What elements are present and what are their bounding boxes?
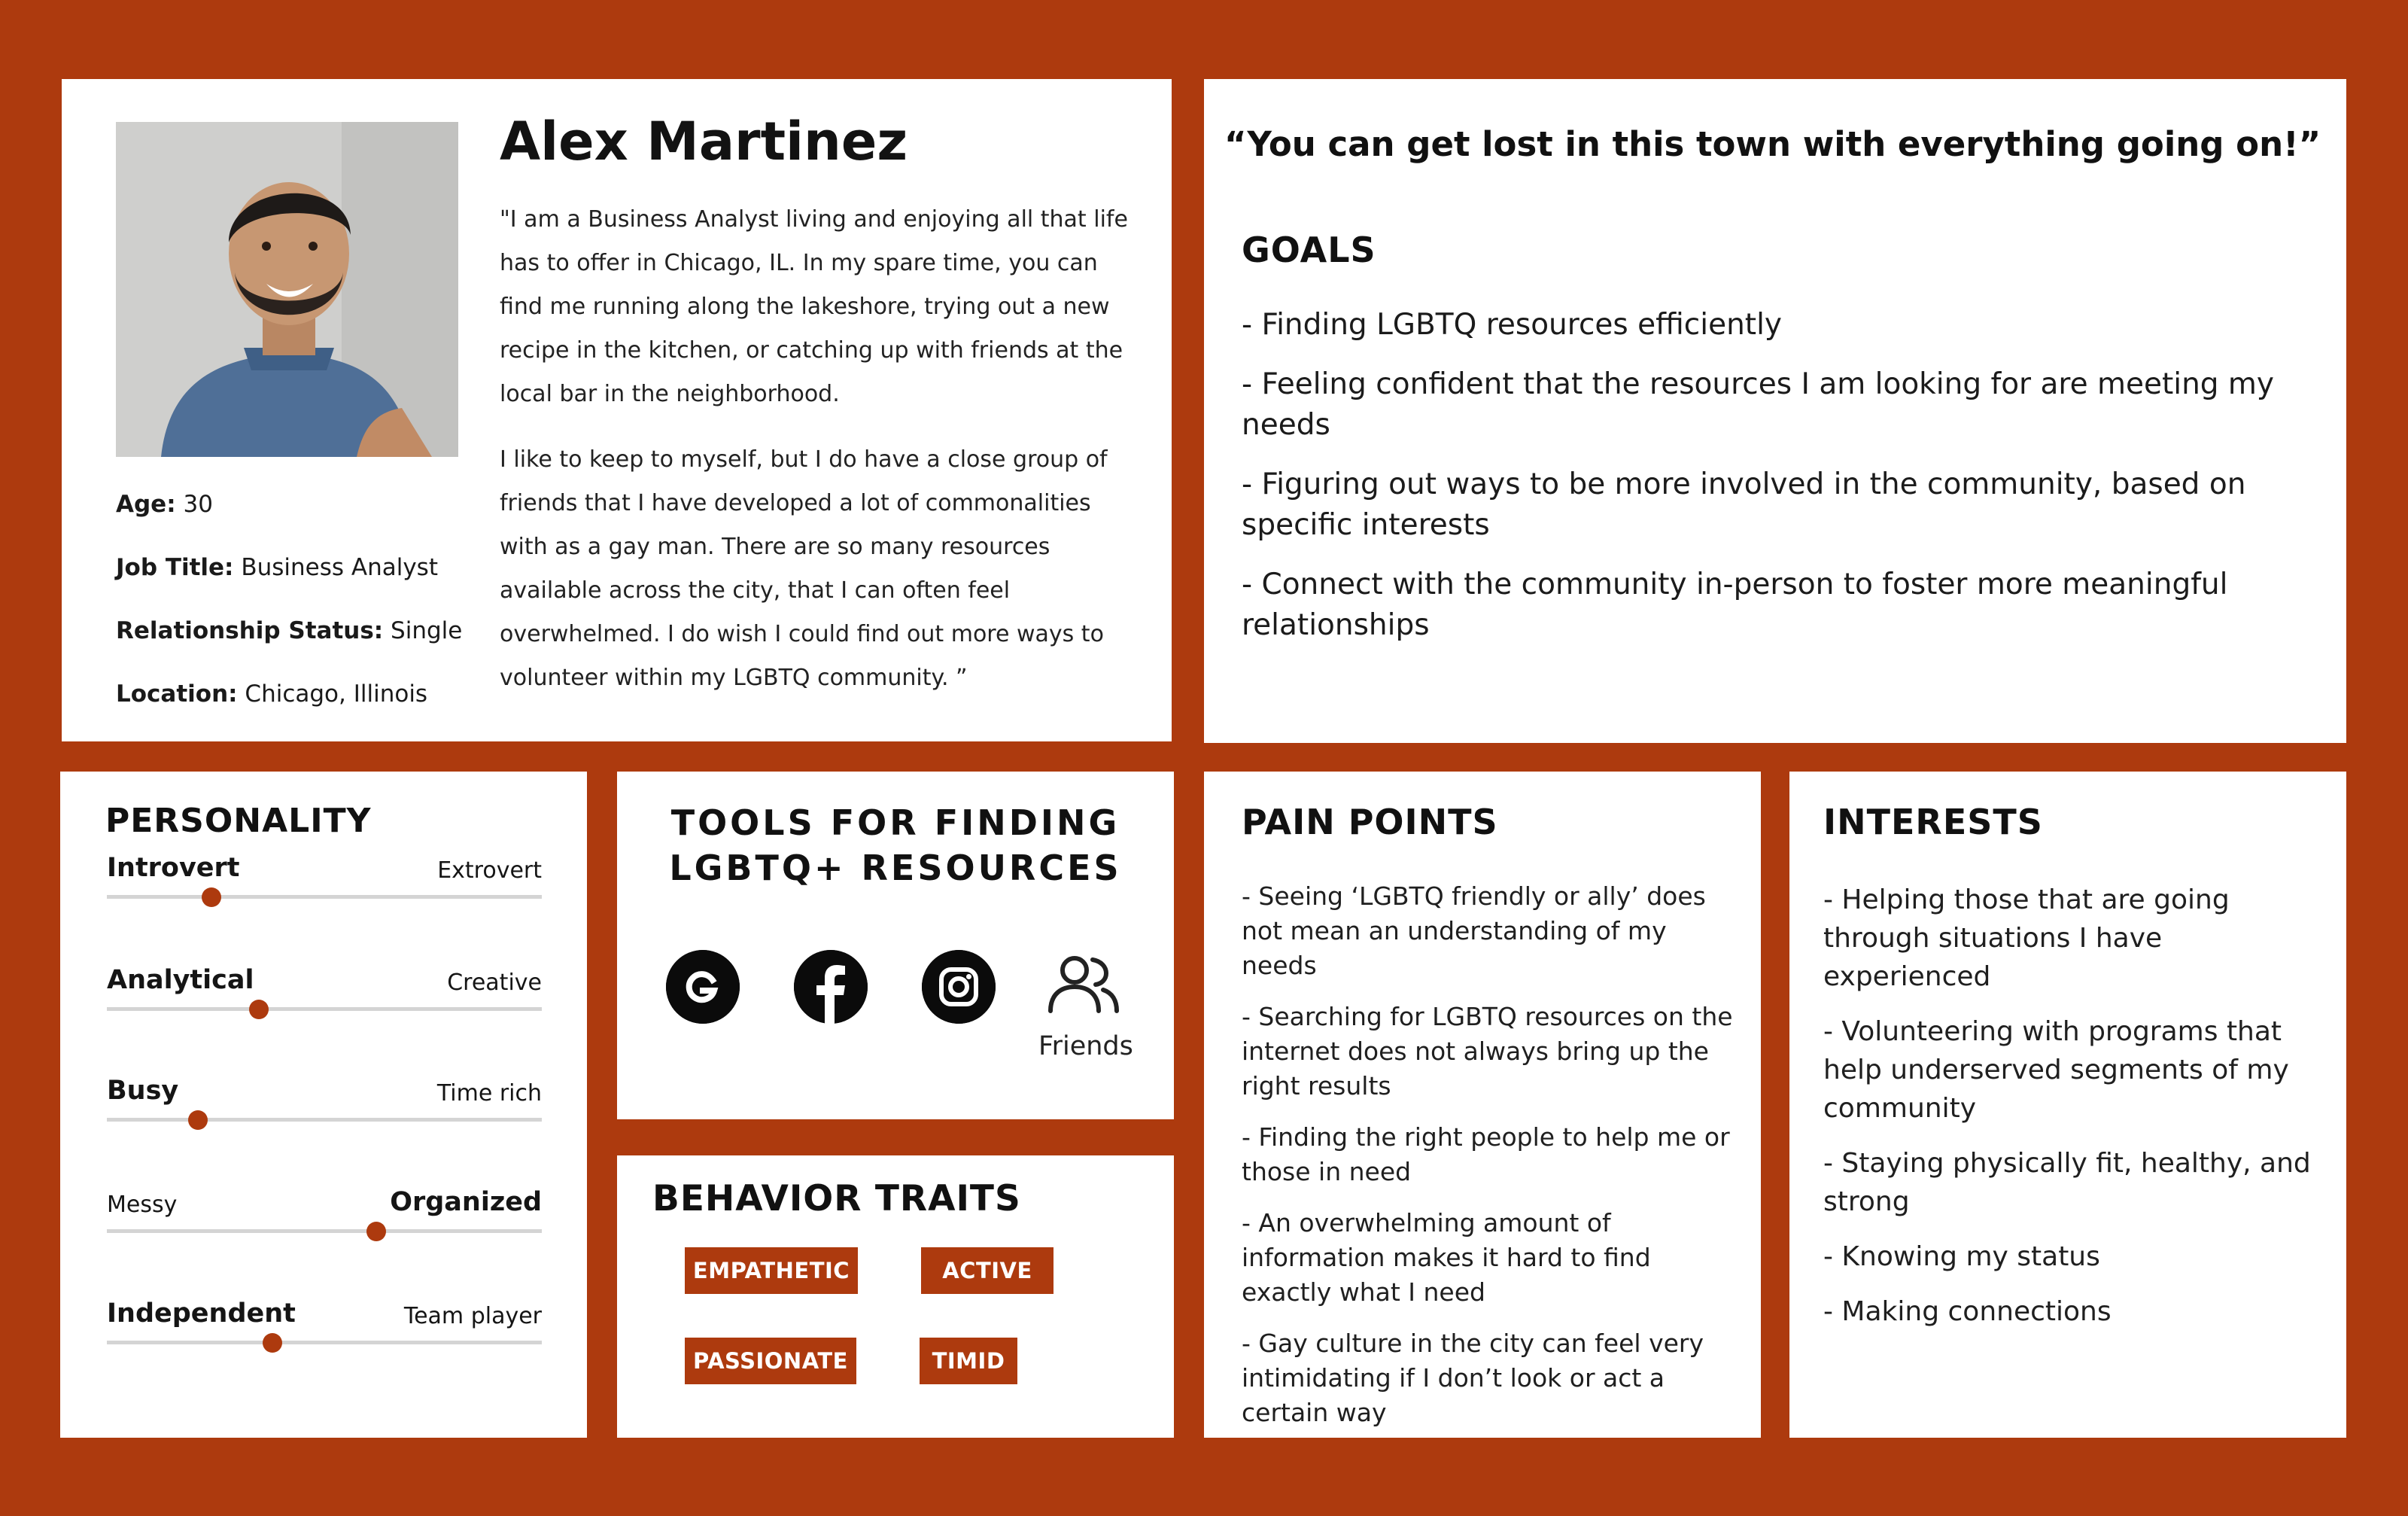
interest-item: - Staying physically fit, healthy, and s… [1823,1148,2311,1217]
goal-item: - Figuring out ways to be more involved … [1242,467,2246,542]
goals-list: - Finding LGBTQ resources efficiently - … [1242,305,2325,665]
profile-facts: Age: 30 Job Title: Business Analyst Rela… [116,473,477,726]
facebook-icon [794,950,868,1024]
fact-age: Age: 30 [116,491,213,518]
pain-point-item: - Gay culture in the city can feel very … [1242,1329,1704,1427]
interests-card: INTERESTS - Helping those that are going… [1789,772,2346,1438]
personality-slider: Analytical Creative [107,965,542,1025]
behavior-traits-heading: BEHAVIOR TRAITS [652,1178,1021,1219]
slider-track [107,1341,542,1344]
profile-card: Alex Martinez "I am a Business Analyst l… [62,79,1172,741]
profile-photo [116,122,458,457]
trait-badge: ACTIVE [921,1247,1054,1294]
goals-heading: GOALS [1242,230,1376,270]
slider-right-label: Creative [447,970,542,996]
friends-label: Friends [1038,1031,1133,1061]
tools-heading-line: LGBTQ+ RESOURCES [669,848,1122,888]
slider-right-label: Organized [390,1187,542,1217]
fact-job-title: Job Title: Business Analyst [116,554,438,581]
friends-icon [1046,954,1121,1014]
interest-item: - Volunteering with programs that help u… [1823,1016,2289,1124]
bio-paragraph: I like to keep to myself, but I do have … [500,446,1108,691]
interests-list: - Helping those that are going through s… [1823,881,2335,1347]
fact-relationship-status: Relationship Status: Single [116,617,463,644]
slider-left-label: Introvert [107,853,240,883]
fact-location: Location: Chicago, Illinois [116,680,428,708]
slider-thumb [249,1000,269,1019]
slider-left-label: Messy [107,1192,178,1218]
google-icon [666,950,740,1024]
slider-track [107,1118,542,1122]
personality-heading: PERSONALITY [105,802,372,840]
personality-slider: Independent Team player [107,1298,542,1359]
interests-heading: INTERESTS [1823,802,2043,842]
interest-item: - Making connections [1823,1296,2112,1327]
pain-point-item: - Searching for LGBTQ resources on the i… [1242,1002,1733,1100]
tools-heading-line: TOOLS FOR FINDING [670,802,1120,843]
pain-point-item: - Seeing ‘LGBTQ friendly or ally’ does n… [1242,881,1706,980]
trait-badge: PASSIONATE [685,1338,856,1384]
pain-point-item: - An overwhelming amount of information … [1242,1208,1651,1307]
personality-slider: Introvert Extrovert [107,853,542,913]
tools-card: TOOLS FOR FINDING LGBTQ+ RESOURCES Frien… [617,772,1174,1119]
goal-item: - Feeling confident that the resources I… [1242,367,2275,442]
slider-thumb [262,1333,282,1353]
slider-right-label: Time rich [436,1080,542,1107]
interest-item: - Helping those that are going through s… [1823,884,2230,992]
slider-left-label: Analytical [107,965,254,995]
goal-item: - Connect with the community in-person t… [1242,568,2228,642]
bio-paragraph: "I am a Business Analyst living and enjo… [500,206,1128,407]
personality-slider: Messy Organized [107,1187,542,1247]
pain-points-list: - Seeing ‘LGBTQ friendly or ally’ does n… [1242,879,1738,1447]
interest-item: - Knowing my status [1823,1241,2100,1272]
trait-badge: TIMID [920,1338,1017,1384]
persona-quote: “You can get lost in this town with ever… [1224,124,2321,164]
slider-thumb [201,887,221,907]
personality-slider: Busy Time rich [107,1076,542,1136]
slider-track [107,1007,542,1011]
behavior-traits-card: BEHAVIOR TRAITS EMPATHETIC ACTIVE PASSIO… [617,1155,1174,1438]
pain-points-card: PAIN POINTS - Seeing ‘LGBTQ friendly or … [1204,772,1761,1438]
persona-name: Alex Martinez [500,111,908,172]
slider-thumb [188,1110,208,1130]
trait-badge: EMPATHETIC [685,1247,858,1294]
personality-card: PERSONALITY Introvert Extrovert Analytical… [60,772,587,1438]
slider-thumb [366,1222,387,1241]
slider-right-label: Team player [403,1303,542,1329]
slider-left-label: Independent [107,1298,296,1329]
slider-left-label: Busy [107,1076,179,1106]
instagram-icon [922,950,996,1024]
goal-item: - Finding LGBTQ resources efficiently [1242,308,1782,342]
tools-heading: TOOLS FOR FINDING LGBTQ+ RESOURCES [617,800,1174,890]
pain-points-heading: PAIN POINTS [1242,802,1498,842]
slider-track [107,895,542,899]
goals-card: “You can get lost in this town with ever… [1204,79,2346,743]
slider-track [107,1229,542,1233]
pain-point-item: - Finding the right people to help me or… [1242,1122,1730,1186]
slider-right-label: Extrovert [437,857,542,884]
